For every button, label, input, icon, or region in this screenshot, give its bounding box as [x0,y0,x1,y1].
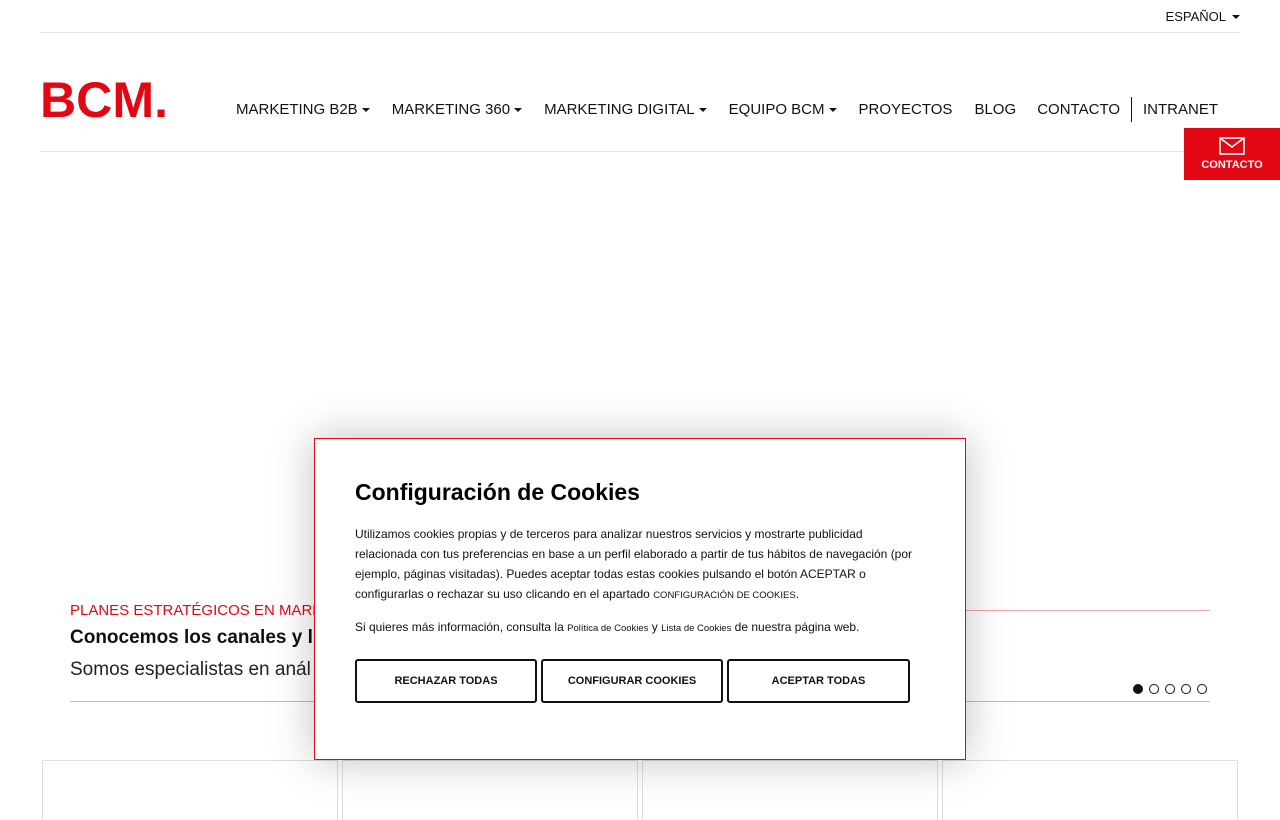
nav-label: EQUIPO BCM [728,101,825,118]
hero-subtitle: Somos especialistas en anál [70,659,311,680]
carousel-dot[interactable] [1149,684,1159,694]
cookie-dialog-info: Si quieres más información, consulta la … [355,617,925,639]
floating-contact-label: CONTACTO [1201,159,1263,171]
feature-card[interactable] [42,760,338,820]
nav-blog[interactable]: BLOG [974,101,1016,118]
configure-cookies-button[interactable]: CONFIGURAR COOKIES [541,659,723,703]
carousel-dots [1133,684,1207,694]
feature-cards [42,760,1238,820]
logo-text: BCM. [40,77,168,121]
main-nav: MARKETING B2B MARKETING 360 MARKETING DI… [236,101,1016,118]
nav-label: MARKETING DIGITAL [544,101,695,118]
cookie-list-link[interactable]: Lista de Cookies [661,623,731,634]
carousel-dot[interactable] [1165,684,1175,694]
floating-contact-button[interactable]: CONTACTO [1184,128,1280,180]
hero-title: Conocemos los canales y l [70,627,313,648]
hero-divider-top [940,610,1210,611]
nav-label: CONTACTO [1037,101,1120,118]
cookie-consent-dialog: Configuración de Cookies Utilizamos cook… [314,438,966,760]
language-label: ESPAÑOL [1165,9,1226,24]
cookie-config-link[interactable]: CONFIGURACIÓN DE COOKIES [653,590,796,601]
cookie-dialog-title: Configuración de Cookies [355,479,640,505]
nav-label: INTRANET [1143,101,1218,118]
envelope-icon [1219,137,1245,155]
chevron-down-icon [514,107,523,112]
cookie-info-suffix: de nuestra página web. [731,620,860,634]
nav-label: BLOG [974,101,1017,118]
carousel-dot[interactable] [1181,684,1191,694]
chevron-down-icon [1232,14,1240,19]
site-header: BCM. MARKETING B2B MARKETING 360 MARKETI… [40,33,1240,152]
hero-label: PLANES ESTRATÉGICOS EN MARKE [70,602,333,619]
reject-all-button[interactable]: RECHAZAR TODAS [355,659,537,703]
language-selector[interactable]: ESPAÑOL [1166,9,1240,24]
feature-card[interactable] [642,760,938,820]
top-bar: ESPAÑOL [40,0,1240,33]
cookie-info-and: y [648,620,662,634]
cookie-button-row: RECHAZAR TODAS CONFIGURAR COOKIES ACEPTA… [355,659,925,703]
feature-card[interactable] [342,760,638,820]
cookie-body-text: Utilizamos cookies propias y de terceros… [355,527,913,601]
cookie-dialog-body: Utilizamos cookies propias y de terceros… [355,527,913,601]
carousel-dot[interactable] [1197,684,1207,694]
nav-intranet[interactable]: INTRANET [1132,97,1229,122]
cookie-policy-link[interactable]: Política de Cookies [567,623,648,634]
nav-contacto[interactable]: CONTACTO [1026,97,1131,122]
carousel-dot[interactable] [1133,684,1143,694]
chevron-down-icon [361,107,370,112]
chevron-down-icon [828,107,837,112]
bcm-logo[interactable]: BCM. [40,77,170,121]
nav-label: PROYECTOS [858,101,953,118]
secondary-nav: CONTACTO INTRANET [1026,97,1229,122]
nav-label: MARKETING 360 [391,101,511,118]
nav-proyectos[interactable]: PROYECTOS [859,101,953,118]
nav-marketing-digital[interactable]: MARKETING DIGITAL [544,101,707,118]
chevron-down-icon [698,107,707,112]
feature-card[interactable] [942,760,1238,820]
nav-label: MARKETING B2B [236,101,358,118]
cookie-info-prefix: Si quieres más información, consulta la [355,620,568,634]
nav-marketing-360[interactable]: MARKETING 360 [391,101,523,118]
nav-equipo-bcm[interactable]: EQUIPO BCM [729,101,837,118]
nav-marketing-b2b[interactable]: MARKETING B2B [236,101,370,118]
accept-all-button[interactable]: ACEPTAR TODAS [727,659,910,703]
